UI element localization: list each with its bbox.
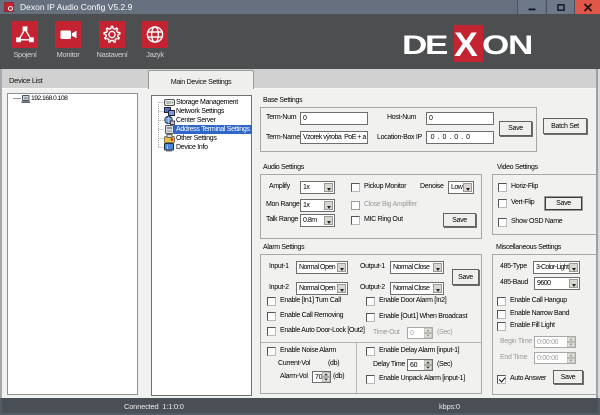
svg-text:i: i — [167, 145, 168, 151]
